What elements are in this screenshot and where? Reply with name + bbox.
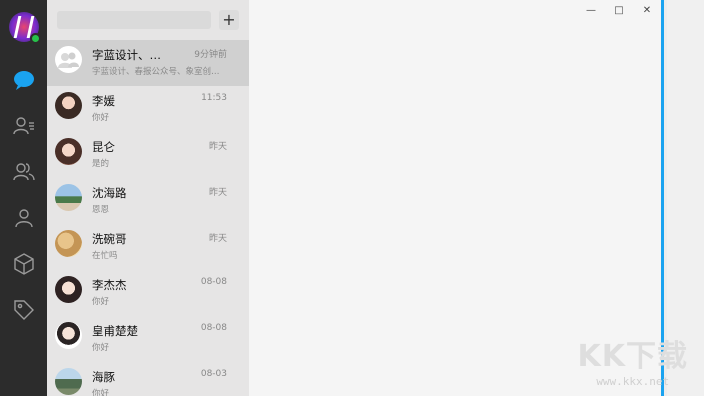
conversation-name: 李媛 (92, 94, 115, 108)
online-status-dot (29, 33, 41, 44)
conversation-time: 08-03 (200, 369, 227, 379)
conversation-preview: 在忙吗 (92, 251, 118, 261)
conversation-preview: 你好 (92, 389, 110, 396)
group-avatar (55, 46, 82, 73)
contact-card-icon (12, 117, 34, 135)
cube-icon (13, 253, 34, 275)
conversation-item[interactable]: 沈海路 昨天 恩恩 (47, 178, 249, 224)
conversation-name: 洗碗哥 (92, 232, 127, 246)
nav-chats[interactable] (0, 60, 47, 100)
conversation-time: 昨天 (208, 234, 227, 244)
conversation-name: 字蓝设计、… (92, 48, 161, 62)
conversation-preview: 你好 (92, 343, 110, 353)
conversation-item[interactable]: 字蓝设计、… 9分钟前 字蓝设计、春报公众号、象室创… (47, 40, 249, 86)
user-avatar (55, 276, 82, 303)
conversation-item[interactable]: 皇甫楚楚 08-08 你好 (47, 316, 249, 362)
conversation-name: 李杰杰 (92, 278, 127, 292)
user-avatar (55, 184, 82, 211)
nav-tags[interactable] (0, 290, 47, 330)
conversation-preview: 你好 (92, 113, 110, 123)
user-avatar (55, 368, 82, 395)
conversation-name: 皇甫楚楚 (92, 324, 138, 338)
watermark: KK下载 www.kkx.net (578, 331, 689, 388)
conversation-name: 沈海路 (92, 186, 127, 200)
conversation-item[interactable]: 李媛 11:53 你好 (47, 86, 249, 132)
conversation-preview: 你好 (92, 297, 110, 307)
user-icon (14, 209, 33, 228)
conversation-list: + 字蓝设计、… 9分钟前 字蓝设计、春报公众号、象室创… 李媛 11:53 你… (47, 0, 249, 396)
conversation-time: 08-08 (200, 277, 227, 287)
nav-profile[interactable] (0, 198, 47, 238)
user-avatar (55, 322, 82, 349)
conversation-preview: 字蓝设计、春报公众号、象室创… (92, 67, 220, 77)
chat-app-window: + 字蓝设计、… 9分钟前 字蓝设计、春报公众号、象室创… 李媛 11:53 你… (0, 0, 664, 396)
conversation-preview: 是的 (92, 159, 110, 169)
nav-groups[interactable] (0, 152, 47, 192)
search-input[interactable] (57, 11, 211, 29)
conversation-time: 昨天 (208, 188, 227, 198)
conversation-item[interactable]: 李杰杰 08-08 你好 (47, 270, 249, 316)
tag-icon (13, 300, 34, 320)
minimize-button[interactable]: — (577, 0, 605, 20)
conversation-name: 昆仑 (92, 140, 115, 154)
add-button[interactable]: + (219, 10, 239, 30)
group-icon (12, 163, 35, 181)
close-button[interactable]: ✕ (633, 0, 661, 20)
user-avatar (55, 138, 82, 165)
nav-contacts[interactable] (0, 106, 47, 146)
user-avatar (55, 92, 82, 119)
watermark-url: www.kkx.net (596, 375, 670, 388)
conversation-time: 11:53 (201, 93, 227, 103)
conversation-name: 海豚 (92, 370, 115, 384)
conversation-time: 9分钟前 (194, 50, 227, 60)
conversation-time: 08-08 (200, 323, 227, 333)
chat-bubble-icon (13, 71, 34, 90)
conversation-item[interactable]: 昆仑 昨天 是的 (47, 132, 249, 178)
conversation-item[interactable]: 海豚 08-03 你好 (47, 362, 249, 396)
nav-rail (0, 0, 47, 396)
maximize-button[interactable]: □ (605, 0, 633, 20)
conversation-time: 昨天 (208, 142, 227, 152)
group-avatar-icon (58, 52, 79, 68)
my-avatar[interactable] (8, 12, 41, 44)
conversation-preview: 恩恩 (92, 205, 110, 215)
watermark-logo: KK下载 (577, 339, 688, 374)
conversation-item[interactable]: 洗碗哥 昨天 在忙吗 (47, 224, 249, 270)
search-row: + (47, 0, 249, 40)
user-avatar (55, 230, 82, 257)
nav-apps[interactable] (0, 244, 47, 284)
window-controls: — □ ✕ (577, 0, 661, 20)
